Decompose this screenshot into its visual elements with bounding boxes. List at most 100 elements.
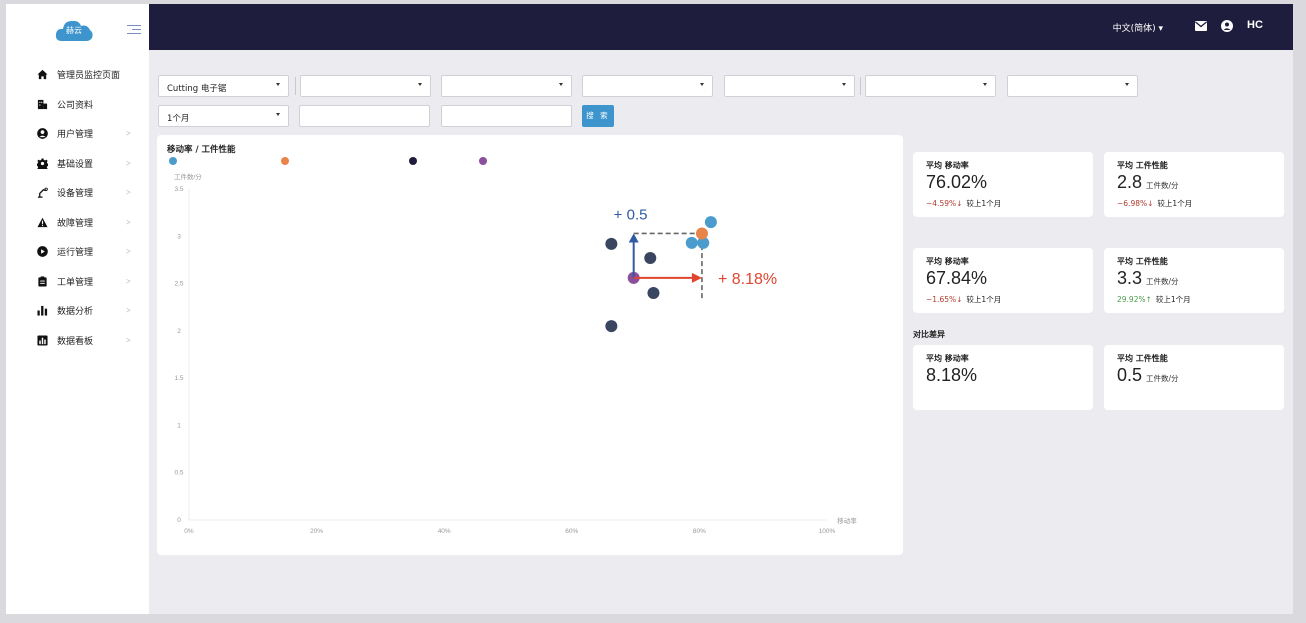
filter-select-3[interactable] — [441, 75, 572, 97]
diff-section-title: 对比差异 — [913, 330, 945, 339]
stat-value: 8.18% — [926, 365, 978, 385]
clipboard-icon — [37, 276, 48, 287]
stat-value: 3.3 工件数/分 — [1117, 268, 1179, 288]
sidebar-item-label: 设备管理 — [57, 189, 94, 200]
chevron-right-icon: > — [126, 335, 131, 345]
category-select[interactable]: Cutting 电子锯 — [158, 75, 289, 97]
chevron-right-icon: > — [126, 276, 131, 286]
x-tick-label: 60% — [565, 528, 578, 535]
sidebar-item-devices[interactable]: 设备管理 > — [6, 178, 149, 208]
stat-label: 平均 工件性能 — [1117, 257, 1168, 266]
data-point — [605, 320, 618, 333]
sidebar-item-company[interactable]: 公司资料 — [6, 90, 149, 120]
arrow-down-icon: ↓ — [956, 295, 963, 304]
logo-area: 赫云 — [6, 4, 149, 56]
stat-label: 平均 工件性能 — [1117, 354, 1168, 363]
stat-card-perf-diff: 平均 工件性能 0.5 工件数/分 — [1104, 345, 1284, 410]
stat-value: 67.84% — [926, 268, 988, 288]
filter-select-7[interactable] — [1007, 75, 1138, 97]
building-icon — [37, 99, 48, 110]
sidebar: 赫云 管理员监控页面 公司资料 用户管理 > 基础设置 > 设备管理 > 故障管理 > 运行管理 > 工… — [6, 4, 149, 614]
x-tick-label: 20% — [310, 528, 323, 535]
y-tick-label: 2 — [177, 328, 181, 335]
sidebar-item-faults[interactable]: 故障管理 > — [6, 208, 149, 238]
legend-dot — [281, 157, 289, 165]
filter-select-4[interactable] — [582, 75, 713, 97]
sidebar-item-dashboard[interactable]: 数据看板 > — [6, 326, 149, 356]
filter-select-5[interactable] — [724, 75, 855, 97]
y-tick-label: 1 — [177, 422, 181, 429]
chevron-right-icon: > — [126, 306, 131, 315]
data-point — [647, 287, 660, 300]
sidebar-item-analytics[interactable]: 数据分析 > — [6, 296, 149, 326]
arrow-up-head — [628, 233, 639, 243]
sidebar-item-label: 管理员监控页面 — [57, 71, 121, 82]
home-icon — [37, 69, 48, 80]
data-point — [644, 252, 657, 265]
logo-text: 赫云 — [66, 26, 82, 35]
sidebar-item-label: 数据分析 — [57, 307, 94, 318]
hc-logo-icon[interactable]: HC — [1247, 19, 1263, 33]
y-tick-label: 0 — [177, 517, 181, 524]
sidebar-item-operations[interactable]: 运行管理 > — [6, 237, 149, 267]
mail-icon[interactable] — [1195, 21, 1207, 31]
dashboard-icon — [37, 335, 48, 346]
stat-label: 平均 工件性能 — [1117, 161, 1168, 170]
sidebar-item-users[interactable]: 用户管理 > — [6, 119, 149, 149]
x-tick-label: 40% — [438, 528, 451, 535]
arrow-right-head — [691, 272, 702, 283]
chevron-right-icon: > — [126, 217, 131, 227]
user-circle-icon[interactable] — [1221, 20, 1233, 32]
stat-card-util-compare: 平均 移动率 67.84% −1.65%↓ 较上1个月 — [913, 248, 1093, 313]
scatter-chart: 工件数/分 0 0.5 1 1.5 2 2.5 3 3.5 0% 20% 40% 60% 80% 100%移… — [169, 157, 857, 535]
top-bar: 中文(简体) ▾ HC — [149, 4, 1293, 50]
data-point — [695, 227, 708, 240]
bar-chart-icon — [37, 305, 48, 316]
filter-select-2[interactable] — [300, 75, 431, 97]
annotation-up-label: + 0.5 — [614, 206, 648, 223]
x-tick-label: 80% — [693, 528, 706, 535]
stat-card-perf-compare: 平均 工件性能 3.3 工件数/分 29.92%↑ 较上1个月 — [1104, 248, 1284, 313]
period-select[interactable]: 1个月 — [158, 105, 289, 127]
x-tick-label: 0% — [184, 528, 194, 535]
y-tick-label: 0.5 — [174, 470, 183, 477]
arrow-down-icon: ↓ — [956, 199, 963, 208]
play-icon — [37, 246, 48, 258]
warning-icon — [37, 217, 48, 228]
stat-label: 平均 移动率 — [926, 161, 969, 170]
y-tick-label: 1.5 — [174, 375, 183, 382]
arrow-down-icon: ↓ — [1147, 199, 1154, 208]
stat-value: 76.02% — [926, 172, 988, 192]
stat-card-util-diff: 平均 移动率 8.18% — [913, 345, 1093, 410]
chevron-right-icon: > — [126, 129, 131, 138]
sidebar-item-label: 工单管理 — [57, 277, 94, 288]
sidebar-item-label: 公司资料 — [57, 100, 94, 111]
chevron-right-icon: > — [126, 188, 131, 197]
sidebar-item-monitor[interactable]: 管理员监控页面 — [6, 60, 149, 90]
sidebar-menu: 管理员监控页面 公司资料 用户管理 > 基础设置 > 设备管理 > 故障管理 > 运行管理 > 工单管理… — [6, 60, 149, 355]
y-axis-unit: 工件数/分 — [174, 172, 202, 181]
filter-select-6[interactable] — [865, 75, 996, 97]
data-point — [685, 236, 698, 249]
stat-delta: −1.65%↓ 较上1个月 — [926, 295, 1002, 304]
stat-delta: −6.98%↓ 较上1个月 — [1117, 199, 1193, 208]
sidebar-item-settings[interactable]: 基础设置 > — [6, 149, 149, 179]
sidebar-item-label: 运行管理 — [57, 248, 94, 259]
stat-value: 0.5 工件数/分 — [1117, 365, 1179, 385]
date-start-input[interactable] — [299, 105, 430, 127]
date-end-input[interactable] — [441, 105, 572, 127]
user-circle-icon — [37, 128, 48, 140]
legend-dot — [169, 157, 177, 165]
stat-card-perf-current: 平均 工件性能 2.8 工件数/分 −6.98%↓ 较上1个月 — [1104, 152, 1284, 217]
sidebar-item-label: 故障管理 — [57, 218, 94, 229]
stat-label: 平均 移动率 — [926, 354, 969, 363]
sidebar-item-workorders[interactable]: 工单管理 > — [6, 267, 149, 297]
language-selector[interactable]: 中文(简体) ▾ — [1113, 21, 1163, 34]
menu-toggle-icon[interactable] — [127, 25, 141, 37]
sidebar-item-label: 数据看板 — [57, 336, 94, 347]
legend-dot — [409, 157, 417, 165]
y-tick-label: 3.5 — [174, 186, 183, 193]
search-button[interactable]: 搜 索 — [582, 105, 614, 127]
app-frame: 赫云 管理员监控页面 公司资料 用户管理 > 基础设置 > 设备管理 > 故障管理 > 运行管理 > 工… — [6, 4, 1293, 614]
sidebar-item-label: 用户管理 — [57, 130, 94, 141]
